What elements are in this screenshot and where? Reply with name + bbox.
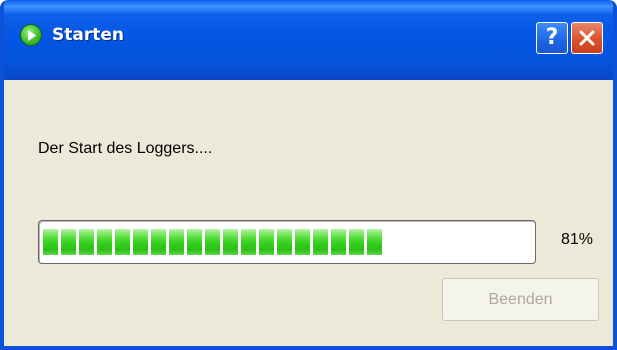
progress-segment xyxy=(187,229,202,255)
progress-segment xyxy=(313,229,328,255)
close-button[interactable] xyxy=(571,22,603,54)
progress-segment xyxy=(367,229,382,255)
help-button[interactable]: ? xyxy=(536,22,568,54)
progress-percent: 81% xyxy=(561,231,594,248)
progress-segment xyxy=(97,229,112,255)
progress-segment xyxy=(349,229,364,255)
progress-fill xyxy=(43,229,382,255)
progress-segment xyxy=(259,229,274,255)
progress-segment xyxy=(241,229,256,255)
progress-segment xyxy=(295,229,310,255)
progress-segment xyxy=(133,229,148,255)
progress-segment xyxy=(169,229,184,255)
window-title: Starten xyxy=(52,25,124,45)
help-icon: ? xyxy=(545,25,559,50)
progress-segment xyxy=(43,229,58,255)
progress-segment xyxy=(151,229,166,255)
play-icon xyxy=(20,24,42,46)
title-bar[interactable]: Starten ? xyxy=(4,0,613,80)
dialog-window: Starten ? Der Start des Loggers.... 81% … xyxy=(0,0,617,350)
progress-segment xyxy=(331,229,346,255)
progress-segment xyxy=(115,229,130,255)
progress-segment xyxy=(79,229,94,255)
close-icon xyxy=(579,30,595,46)
progress-segment xyxy=(223,229,238,255)
progress-segment xyxy=(61,229,76,255)
progress-bar xyxy=(38,220,536,264)
progress-segment xyxy=(277,229,292,255)
beenden-button[interactable]: Beenden xyxy=(442,278,599,321)
status-message: Der Start des Loggers.... xyxy=(38,140,213,157)
progress-segment xyxy=(205,229,220,255)
